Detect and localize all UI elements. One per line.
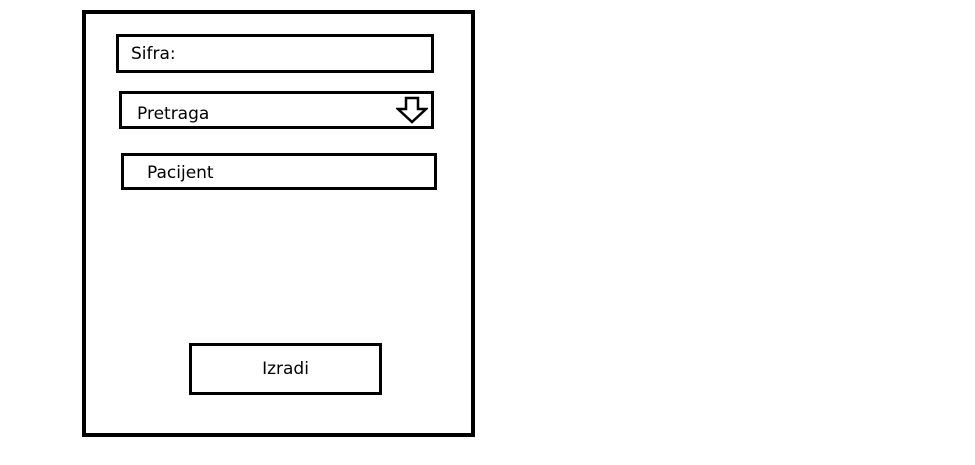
sifra-label: Sifra: <box>131 44 176 64</box>
pacijent-field[interactable]: Pacijent <box>121 153 437 190</box>
sifra-field[interactable]: Sifra: <box>116 34 434 73</box>
pretraga-dropdown[interactable]: Pretraga <box>119 91 434 129</box>
arrow-down-icon[interactable] <box>396 96 428 124</box>
pretraga-label: Pretraga <box>137 104 210 124</box>
pacijent-label: Pacijent <box>147 163 214 183</box>
izradi-button[interactable]: Izradi <box>189 343 382 395</box>
izradi-label: Izradi <box>262 359 309 379</box>
